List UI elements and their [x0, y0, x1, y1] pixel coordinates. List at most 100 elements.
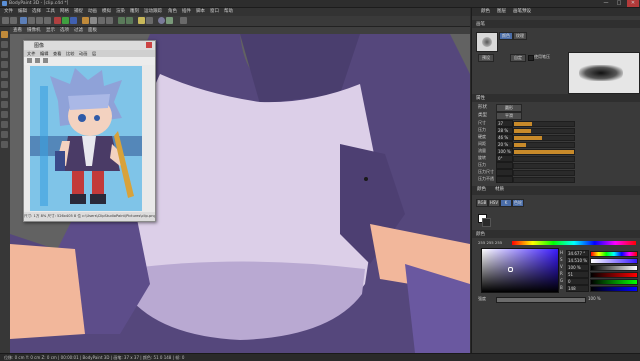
shape-dropdown[interactable]: 圆形: [496, 104, 522, 112]
color-tab-material[interactable]: 材质: [492, 186, 507, 194]
axis-y-icon[interactable]: [62, 17, 69, 24]
clone-icon[interactable]: [106, 17, 113, 24]
prop-value-field[interactable]: [496, 162, 513, 169]
scale-icon[interactable]: [36, 17, 43, 24]
lasso-tool-icon[interactable]: [1, 61, 8, 68]
light-icon[interactable]: [138, 17, 145, 24]
close-button[interactable]: ✕: [627, 0, 639, 7]
image-viewer-window[interactable]: 图像 文件 编辑 查看 比较 动画 层 尺寸: 1万 8% 尺寸: 526x40…: [23, 40, 156, 222]
viewport-menu-panel[interactable]: 面板: [88, 27, 97, 34]
channel-value-field[interactable]: 100 %: [566, 264, 589, 271]
menu-character[interactable]: 角色: [168, 8, 177, 16]
viewport-menu-options[interactable]: 选项: [60, 27, 69, 34]
opacity-slider[interactable]: [496, 297, 586, 303]
menu-simulate[interactable]: 模拟: [102, 8, 111, 16]
prop-value-field[interactable]: 0°: [496, 155, 513, 162]
color-subtab-hsv[interactable]: HSV: [488, 199, 500, 207]
viewer-menu-layer[interactable]: 层: [92, 50, 96, 57]
viewer-menu-view[interactable]: 查看: [53, 50, 61, 57]
brush-tool-icon[interactable]: [1, 31, 8, 38]
menu-script[interactable]: 脚本: [196, 8, 205, 16]
redo-icon[interactable]: [10, 17, 17, 24]
fill-tool-icon[interactable]: [1, 71, 8, 78]
channel-value-field[interactable]: 51: [566, 271, 589, 278]
eraser-tool-icon[interactable]: [1, 41, 8, 48]
prop-slider[interactable]: [513, 120, 575, 127]
3d-viewport[interactable]: 查看 摄像机 显示 选项 过滤 面板 透视视图 图像: [10, 27, 470, 353]
prop-slider[interactable]: [513, 127, 575, 134]
prop-value-field[interactable]: 37: [496, 120, 513, 127]
menu-tools[interactable]: 工具: [46, 8, 55, 16]
paint-brush-icon[interactable]: [82, 17, 89, 24]
fill-icon[interactable]: [98, 17, 105, 24]
axis-x-icon[interactable]: [54, 17, 61, 24]
tab-brush-presets[interactable]: 画笔预设: [510, 8, 534, 16]
prop-value-field[interactable]: 20 %: [496, 141, 513, 148]
menu-window[interactable]: 窗口: [210, 8, 219, 16]
viewer-menu-file[interactable]: 文件: [27, 50, 35, 57]
prop-slider[interactable]: [513, 148, 575, 155]
prop-slider[interactable]: [513, 141, 575, 148]
menu-plugins[interactable]: 插件: [182, 8, 191, 16]
viewer-zoom-icon[interactable]: [27, 58, 32, 63]
smudge-tool-icon[interactable]: [1, 91, 8, 98]
menu-help[interactable]: 帮助: [224, 8, 233, 16]
menu-file[interactable]: 文件: [4, 8, 13, 16]
selection-tool-icon[interactable]: [1, 51, 8, 58]
channel-value-field[interactable]: 34.677 °: [566, 250, 589, 257]
channel-slider[interactable]: [590, 257, 638, 264]
viewport-menu-display[interactable]: 显示: [46, 27, 55, 34]
prop-value-field[interactable]: 46 %: [496, 134, 513, 141]
tab-layers[interactable]: 图层: [494, 8, 509, 16]
tab-color[interactable]: 颜色: [478, 8, 493, 16]
menu-animate[interactable]: 动画: [88, 8, 97, 16]
channel-slider[interactable]: [590, 278, 638, 285]
menu-snap[interactable]: 捕捉: [74, 8, 83, 16]
viewer-menu-compare[interactable]: 比较: [66, 50, 74, 57]
layout-icon[interactable]: [180, 17, 187, 24]
eraser-icon[interactable]: [90, 17, 97, 24]
viewport-menu-camera[interactable]: 摄像机: [27, 27, 41, 34]
prop-slider[interactable]: [513, 169, 575, 176]
maximize-button[interactable]: □: [613, 0, 625, 7]
custom-button[interactable]: 自定: [510, 54, 526, 62]
undo-icon[interactable]: [2, 17, 9, 24]
layer-tool-icon[interactable]: [1, 131, 8, 138]
camera-icon[interactable]: [146, 17, 153, 24]
prop-slider[interactable]: [513, 155, 575, 162]
type-dropdown[interactable]: 平滑: [496, 112, 522, 120]
color-subtab-rgb[interactable]: RGB: [476, 199, 488, 207]
channel-value-field[interactable]: 0: [566, 278, 589, 285]
cube-icon[interactable]: [166, 17, 173, 24]
text-tool-icon[interactable]: [1, 101, 8, 108]
move-icon[interactable]: [28, 17, 35, 24]
render-icon[interactable]: [118, 17, 125, 24]
menu-edit[interactable]: 编辑: [18, 8, 27, 16]
color-tab-color[interactable]: 颜色: [474, 186, 489, 194]
menu-mesh[interactable]: 网格: [60, 8, 69, 16]
menu-select[interactable]: 选择: [32, 8, 41, 16]
clone-tool-icon[interactable]: [1, 81, 8, 88]
prop-slider[interactable]: [513, 134, 575, 141]
viewer-pan-icon[interactable]: [43, 58, 48, 63]
brush-preview[interactable]: [476, 32, 498, 52]
minimize-button[interactable]: —: [600, 0, 612, 7]
viewer-close-icon[interactable]: [146, 42, 152, 48]
sphere-icon[interactable]: [158, 17, 165, 24]
background-swatch[interactable]: [482, 218, 491, 227]
viewer-menu-edit[interactable]: 编辑: [40, 50, 48, 57]
menu-render[interactable]: 渲染: [116, 8, 125, 16]
viewport-menu-view[interactable]: 查看: [13, 27, 22, 34]
channel-slider[interactable]: [590, 264, 638, 271]
prop-value-field[interactable]: 100 %: [496, 148, 513, 155]
uv-tool-icon[interactable]: [1, 111, 8, 118]
rotate-icon[interactable]: [44, 17, 51, 24]
prop-slider[interactable]: [513, 162, 575, 169]
render-view-icon[interactable]: [126, 17, 133, 24]
prop-value-field[interactable]: [496, 169, 513, 176]
prop-value-field[interactable]: 28 %: [496, 127, 513, 134]
viewer-fit-icon[interactable]: [35, 58, 40, 63]
channel-value-field[interactable]: 14.510 %: [566, 257, 589, 264]
saturation-value-square[interactable]: [481, 248, 559, 293]
menu-sculpt[interactable]: 雕刻: [130, 8, 139, 16]
